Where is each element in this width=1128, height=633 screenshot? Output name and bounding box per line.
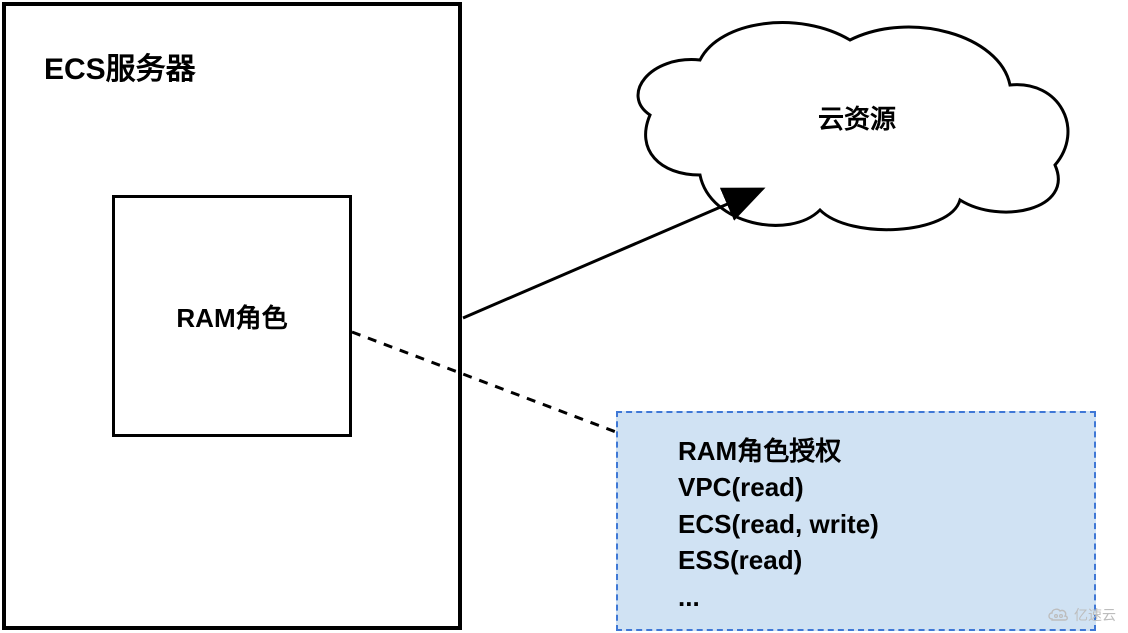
diagram-stage: ECS服务器 RAM角色 RAM角色授权 VPC(read) ECS(read,…	[0, 0, 1128, 633]
permissions-title: RAM角色授权	[678, 433, 1054, 469]
cloud-icon	[1046, 606, 1070, 625]
ram-role-label: RAM角色	[176, 298, 287, 335]
cloud-resource: 云资源	[638, 23, 1068, 230]
permissions-entry: ESS(read)	[678, 542, 1054, 578]
watermark-text: 亿速云	[1074, 605, 1116, 625]
arrow-to-cloud	[463, 190, 760, 318]
permissions-entry: VPC(read)	[678, 469, 1054, 505]
permissions-entry: ...	[678, 579, 1054, 615]
permissions-entry: ECS(read, write)	[678, 506, 1054, 542]
ram-role-box: RAM角色	[112, 195, 352, 437]
watermark: 亿速云	[1046, 605, 1116, 625]
cloud-label: 云资源	[818, 104, 896, 134]
permissions-box: RAM角色授权 VPC(read) ECS(read, write) ESS(r…	[616, 411, 1096, 631]
ecs-server-title: ECS服务器	[44, 44, 196, 88]
